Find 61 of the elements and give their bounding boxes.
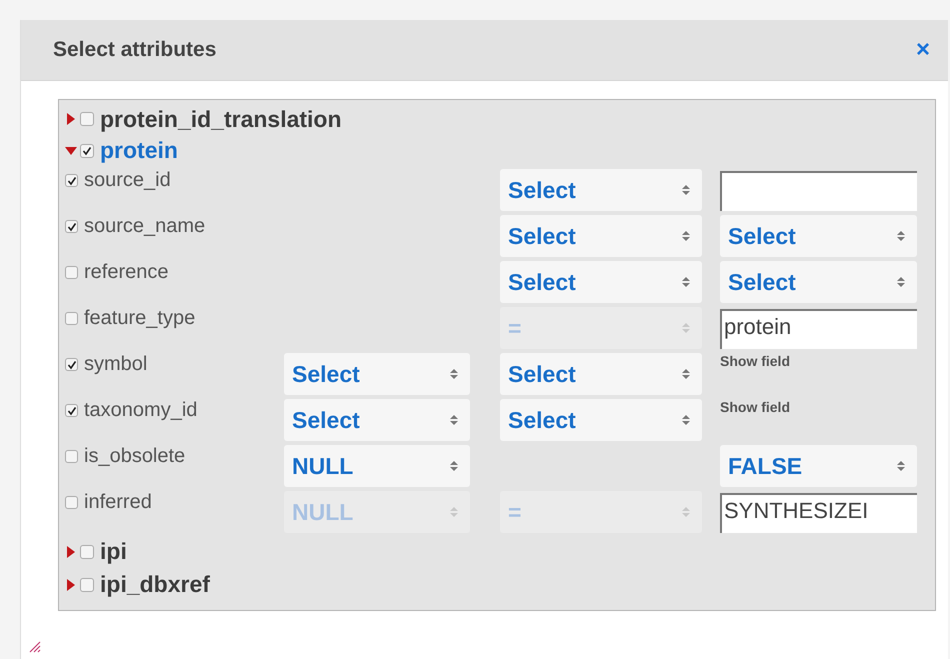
select-dropdown[interactable]: Select bbox=[720, 215, 917, 257]
attribute-name: source_id bbox=[84, 169, 171, 192]
up-down-arrows-icon bbox=[682, 368, 690, 380]
select-dropdown[interactable]: Select bbox=[284, 399, 470, 441]
attribute-name: inferred bbox=[84, 491, 152, 514]
expanded-triangle-icon[interactable] bbox=[65, 144, 77, 156]
table-name[interactable]: ipi bbox=[100, 538, 127, 565]
select-dropdown[interactable]: Select bbox=[500, 353, 702, 395]
up-down-arrows-icon bbox=[450, 460, 458, 472]
up-down-arrows-icon bbox=[897, 460, 905, 472]
checkbox[interactable] bbox=[65, 358, 78, 371]
checkbox[interactable] bbox=[65, 220, 78, 233]
attribute-name: feature_type bbox=[84, 307, 196, 330]
attribute-name: reference bbox=[84, 261, 168, 284]
checkbox[interactable] bbox=[80, 112, 94, 126]
select-dropdown[interactable]: Select bbox=[284, 353, 470, 395]
up-down-arrows-icon bbox=[682, 506, 690, 518]
select-dropdown[interactable]: Select bbox=[500, 215, 702, 257]
select-dropdown[interactable]: Select bbox=[500, 169, 702, 211]
checkbox[interactable] bbox=[80, 578, 94, 592]
up-down-arrows-icon bbox=[897, 276, 905, 288]
up-down-arrows-icon bbox=[450, 414, 458, 426]
collapsed-triangle-icon[interactable] bbox=[65, 578, 77, 590]
checkbox[interactable] bbox=[65, 266, 78, 279]
checkbox[interactable] bbox=[65, 174, 78, 187]
up-down-arrows-icon bbox=[682, 184, 690, 196]
select-dropdown[interactable]: FALSE bbox=[720, 445, 917, 487]
table-name[interactable]: protein_id_translation bbox=[100, 106, 342, 132]
select-dropdown[interactable]: NULL bbox=[284, 445, 470, 487]
up-down-arrows-icon bbox=[682, 322, 690, 334]
checkbox[interactable] bbox=[65, 404, 78, 417]
attribute-name: symbol bbox=[84, 353, 148, 376]
resize-grip-icon[interactable] bbox=[29, 641, 41, 653]
show-field-link[interactable]: Show field bbox=[720, 353, 790, 369]
table-name[interactable]: ipi_dbxref bbox=[100, 571, 210, 598]
show-field-link[interactable]: Show field bbox=[720, 399, 790, 415]
checkbox[interactable] bbox=[65, 496, 78, 509]
checkbox[interactable] bbox=[65, 312, 78, 325]
table-name[interactable]: protein bbox=[100, 137, 178, 164]
dialog-title: Select attributes bbox=[53, 38, 216, 62]
up-down-arrows-icon bbox=[682, 230, 690, 242]
select-dropdown[interactable]: Select bbox=[500, 261, 702, 303]
attribute-name: source_name bbox=[84, 215, 206, 238]
up-down-arrows-icon bbox=[897, 230, 905, 242]
up-down-arrows-icon bbox=[682, 276, 690, 288]
input-field[interactable]: SYNTHESIZEI bbox=[720, 493, 917, 533]
attribute-name: is_obsolete bbox=[84, 445, 186, 468]
attribute-name: taxonomy_id bbox=[84, 399, 198, 422]
checkbox[interactable] bbox=[80, 144, 94, 158]
up-down-arrows-icon bbox=[450, 368, 458, 380]
close-button[interactable]: × bbox=[912, 38, 934, 62]
collapsed-triangle-icon[interactable] bbox=[65, 113, 77, 125]
collapsed-triangle-icon[interactable] bbox=[65, 546, 77, 558]
checkbox[interactable] bbox=[80, 544, 94, 558]
input-field[interactable] bbox=[720, 171, 917, 211]
select-dropdown[interactable]: Select bbox=[720, 261, 917, 303]
up-down-arrows-icon bbox=[682, 414, 690, 426]
checkbox[interactable] bbox=[65, 450, 78, 463]
select-dropdown[interactable]: Select bbox=[500, 399, 702, 441]
up-down-arrows-icon bbox=[450, 506, 458, 518]
input-field[interactable]: protein bbox=[720, 309, 917, 349]
